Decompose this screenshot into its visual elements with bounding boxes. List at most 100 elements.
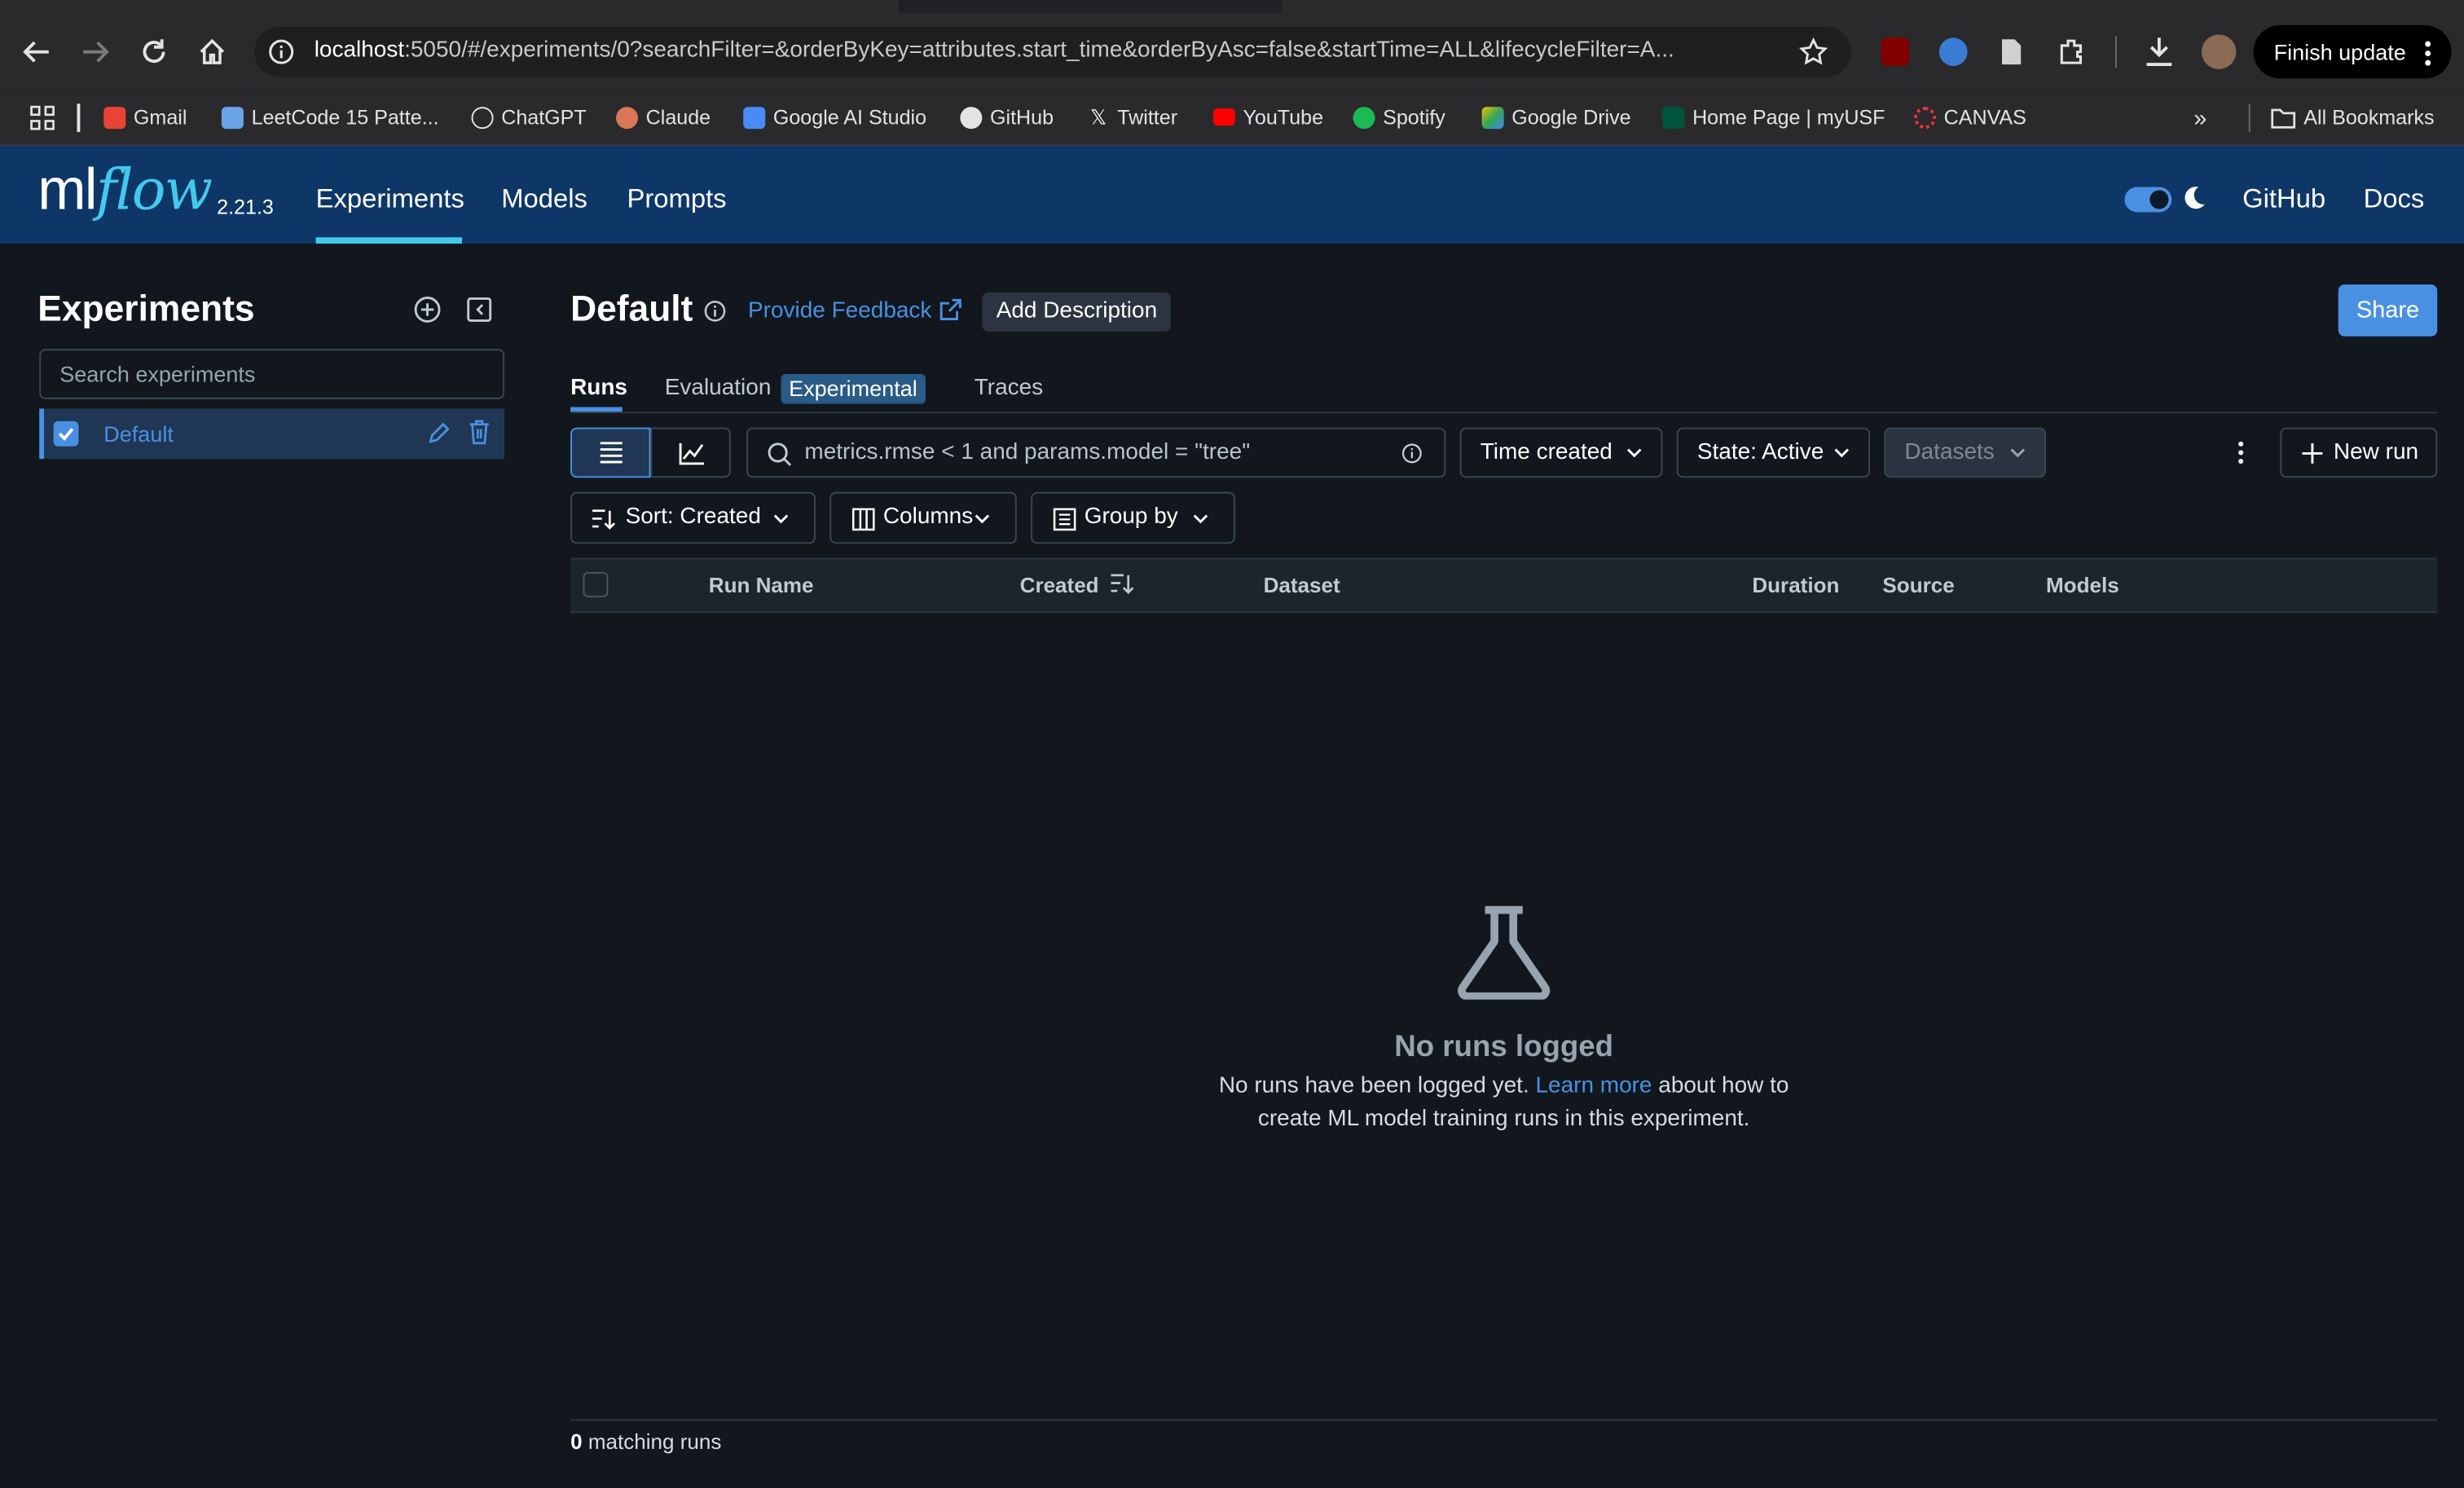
bookmark-gmail[interactable]: Gmail bbox=[103, 105, 187, 129]
bookmark-myusf[interactable]: Home Page | myUSF bbox=[1662, 105, 1885, 129]
document-extension-icon[interactable] bbox=[2000, 37, 2022, 66]
column-run-name[interactable]: Run Name bbox=[709, 574, 814, 597]
create-experiment-icon[interactable] bbox=[413, 296, 442, 324]
column-dataset[interactable]: Dataset bbox=[1264, 574, 1340, 597]
x-twitter-icon: 𝕏 bbox=[1089, 104, 1107, 129]
chevron-down-icon bbox=[1834, 448, 1850, 458]
forward-icon[interactable] bbox=[81, 39, 110, 64]
extension-blue-icon[interactable] bbox=[1938, 37, 1968, 66]
column-duration[interactable]: Duration bbox=[1752, 574, 1839, 597]
table-view-button[interactable] bbox=[570, 427, 651, 478]
footer-divider bbox=[570, 1419, 2438, 1421]
chart-view-button[interactable] bbox=[650, 427, 731, 478]
site-info-icon[interactable] bbox=[269, 39, 294, 64]
state-dropdown[interactable]: State: Active bbox=[1676, 427, 1870, 478]
tabs-divider bbox=[570, 412, 2438, 414]
sidebar-title: Experiments bbox=[37, 287, 255, 329]
nav-experiments[interactable]: Experiments bbox=[316, 184, 464, 216]
column-source[interactable]: Source bbox=[1882, 574, 1954, 597]
column-created[interactable]: Created bbox=[1020, 574, 1099, 597]
bookmark-chatgpt[interactable]: ChatGPT bbox=[471, 105, 587, 129]
add-description-button[interactable]: Add Description bbox=[982, 292, 1172, 332]
profile-avatar[interactable] bbox=[2201, 34, 2237, 69]
plus-icon bbox=[2302, 442, 2323, 464]
bookmark-google-drive[interactable]: Google Drive bbox=[1481, 105, 1631, 129]
info-icon[interactable] bbox=[704, 300, 726, 322]
chevron-down-icon bbox=[1193, 514, 1208, 524]
time-created-dropdown[interactable]: Time created bbox=[1459, 427, 1663, 478]
sort-descending-icon[interactable] bbox=[1110, 572, 1135, 596]
search-icon bbox=[767, 442, 792, 467]
bookmarks-divider bbox=[77, 103, 81, 132]
bookmark-google-ai-studio[interactable]: Google AI Studio bbox=[743, 105, 926, 129]
runs-search-placeholder: metrics.rmse < 1 and params.model = "tre… bbox=[804, 439, 1251, 465]
ublock-extension-icon[interactable] bbox=[1881, 37, 1910, 66]
back-icon[interactable] bbox=[22, 39, 51, 64]
ai-studio-icon bbox=[743, 106, 766, 129]
chart-icon bbox=[679, 442, 704, 465]
version-label: 2.21.3 bbox=[217, 195, 274, 219]
search-help-icon[interactable] bbox=[1401, 443, 1422, 464]
provide-feedback-link[interactable]: Provide Feedback bbox=[748, 298, 931, 324]
extensions-puzzle-icon[interactable] bbox=[2057, 36, 2088, 68]
columns-icon bbox=[851, 508, 875, 531]
download-icon[interactable] bbox=[2145, 36, 2173, 68]
column-models[interactable]: Models bbox=[2046, 574, 2119, 597]
finish-update-button[interactable]: Finish update bbox=[2253, 24, 2452, 79]
spotify-icon bbox=[1353, 106, 1375, 129]
bookmark-star-icon[interactable] bbox=[1799, 37, 1828, 66]
chevron-down-icon bbox=[773, 514, 789, 524]
datasets-dropdown[interactable]: Datasets bbox=[1884, 427, 2046, 478]
empty-state-description-2: create ML model training runs in this ex… bbox=[1257, 1106, 1750, 1132]
tab-traces[interactable]: Traces bbox=[975, 376, 1043, 401]
reload-icon[interactable] bbox=[140, 37, 169, 66]
bookmark-spotify[interactable]: Spotify bbox=[1353, 105, 1445, 129]
external-link-icon[interactable] bbox=[938, 298, 961, 322]
bookmark-github[interactable]: GitHub bbox=[960, 105, 1054, 129]
dark-mode-toggle[interactable] bbox=[2124, 187, 2172, 213]
bookmark-youtube[interactable]: YouTube bbox=[1212, 105, 1323, 129]
github-icon bbox=[960, 106, 983, 129]
sidebar-item-label: Default bbox=[103, 420, 174, 447]
share-button[interactable]: Share bbox=[2338, 284, 2438, 337]
experiment-checkbox[interactable] bbox=[53, 420, 79, 447]
apps-grid-icon[interactable] bbox=[30, 105, 55, 130]
bookmark-claude[interactable]: Claude bbox=[615, 105, 711, 129]
collapse-sidebar-icon[interactable] bbox=[467, 297, 492, 322]
canvas-icon bbox=[1913, 106, 1936, 129]
all-bookmarks[interactable]: All Bookmarks bbox=[2271, 105, 2435, 129]
browser-tab-strip bbox=[0, 0, 2464, 13]
tab-evaluation[interactable]: Evaluation bbox=[665, 376, 772, 401]
sort-dropdown[interactable]: Sort: Created bbox=[570, 491, 816, 544]
docs-link[interactable]: Docs bbox=[2364, 184, 2425, 216]
experiment-title: Default bbox=[570, 287, 693, 329]
bookmark-canvas[interactable]: CANVAS bbox=[1913, 105, 2026, 129]
tab-runs[interactable]: Runs bbox=[570, 376, 627, 401]
nav-prompts[interactable]: Prompts bbox=[627, 184, 726, 216]
moon-icon bbox=[2181, 186, 2207, 211]
empty-state-title: No runs logged bbox=[1394, 1031, 1613, 1064]
matching-runs-count: 0 matching runs bbox=[570, 1429, 722, 1454]
bookmark-twitter[interactable]: 𝕏 Twitter bbox=[1088, 104, 1177, 129]
new-run-button[interactable]: New run bbox=[2280, 427, 2438, 478]
runs-table-header bbox=[570, 557, 2438, 614]
chevron-down-icon bbox=[975, 514, 990, 524]
browser-menu-icon[interactable] bbox=[2423, 39, 2433, 68]
nav-models[interactable]: Models bbox=[501, 184, 587, 216]
edit-pencil-icon[interactable] bbox=[428, 421, 451, 445]
select-all-checkbox[interactable] bbox=[583, 571, 609, 597]
experiment-search-placeholder: Search experiments bbox=[59, 361, 256, 387]
columns-dropdown[interactable]: Columns bbox=[829, 491, 1017, 544]
sort-icon bbox=[592, 509, 616, 530]
delete-trash-icon[interactable] bbox=[469, 420, 491, 445]
beaker-icon bbox=[1455, 905, 1553, 1000]
home-icon[interactable] bbox=[198, 37, 227, 66]
github-link[interactable]: GitHub bbox=[2242, 184, 2325, 216]
mlflow-logo[interactable]: mlflow bbox=[37, 157, 213, 223]
gmail-icon bbox=[103, 106, 126, 129]
group-by-dropdown[interactable]: Group by bbox=[1031, 491, 1235, 544]
more-options-icon[interactable] bbox=[2236, 440, 2246, 465]
bookmark-leetcode[interactable]: LeetCode 15 Patte... bbox=[221, 105, 439, 129]
learn-more-link[interactable]: Learn more bbox=[1535, 1073, 1652, 1098]
bookmarks-overflow-icon[interactable]: » bbox=[2193, 105, 2207, 132]
